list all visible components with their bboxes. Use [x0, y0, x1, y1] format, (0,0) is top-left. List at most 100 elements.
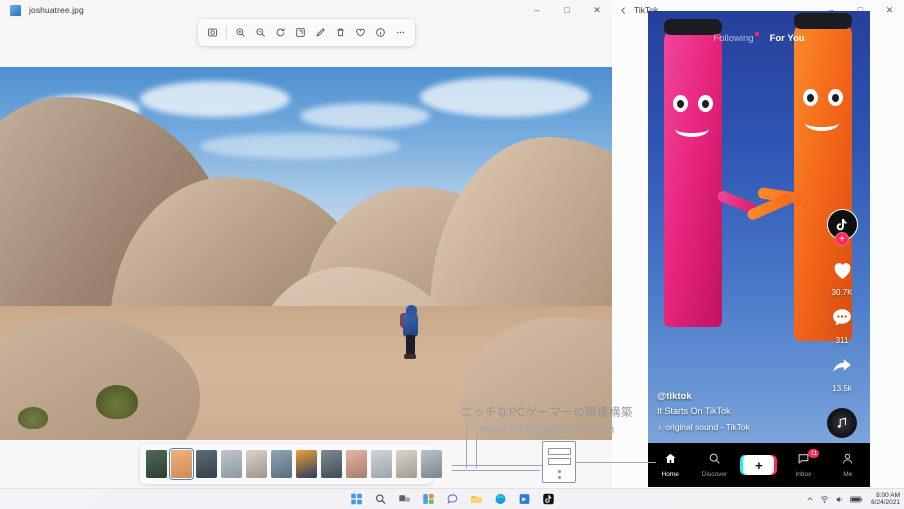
tk-nav-inbox-label: Inbox — [795, 471, 812, 478]
photos-minimize-button[interactable]: – — [522, 0, 552, 20]
tab-following[interactable]: Following — [713, 32, 759, 47]
tk-nav-inbox[interactable]: 11 Inbox — [783, 449, 823, 478]
tab-for-you-label: For You — [769, 33, 805, 44]
pink-tube-man — [664, 19, 722, 327]
photo-file-icon — [10, 4, 21, 16]
toolbar-separator-1 — [226, 26, 227, 39]
file-explorer-button[interactable] — [469, 492, 484, 507]
clock-date: 6/24/2021 — [871, 499, 900, 506]
list-item[interactable] — [296, 450, 317, 478]
photos-app-window: joshuatree.jpg – □ ✕ — [0, 0, 612, 488]
clock-time: 8:00 AM — [876, 491, 900, 499]
image-toolbar — [198, 19, 415, 46]
like-action[interactable]: 30.7K — [830, 257, 855, 297]
tiktok-top-nav: Following For You — [648, 32, 870, 47]
photos-window-controls: – □ ✕ — [522, 0, 612, 20]
list-item[interactable] — [421, 450, 442, 478]
list-item[interactable] — [271, 450, 292, 478]
photos-close-button[interactable]: ✕ — [582, 0, 612, 20]
taskbar-clock[interactable]: 8:00 AM 6/24/2021 — [871, 492, 900, 507]
heart-icon — [830, 257, 855, 286]
share-count: 13.5k — [832, 384, 852, 393]
back-arrow-icon[interactable] — [612, 0, 634, 20]
hiker-figure — [400, 305, 422, 361]
comment-count: 311 — [835, 336, 849, 345]
tiktok-video-feed[interactable]: Following For You + 30.7K 311 13.5k @tik… — [648, 11, 870, 487]
pc-tower-icon — [542, 441, 576, 483]
zoom-out-icon[interactable] — [251, 23, 270, 42]
info-icon[interactable] — [371, 23, 390, 42]
plus-icon: + — [740, 455, 778, 475]
comment-action[interactable]: 311 — [830, 306, 854, 345]
network-icon[interactable] — [820, 495, 829, 504]
tiktok-taskbar-button[interactable] — [541, 492, 556, 507]
zoom-in-icon[interactable] — [231, 23, 250, 42]
photos-titlebar: joshuatree.jpg – □ ✕ — [0, 0, 612, 20]
list-item[interactable] — [246, 450, 267, 478]
video-description: It Starts On TikTok — [657, 405, 731, 416]
system-tray: 8:00 AM 6/24/2021 — [806, 492, 900, 507]
tiktok-close-button[interactable]: ✕ — [875, 0, 904, 20]
avatar[interactable]: + — [826, 209, 858, 246]
taskbar-center-group — [349, 492, 556, 507]
music-disc-icon[interactable] — [827, 408, 857, 438]
inbox-badge: 11 — [808, 449, 820, 458]
list-item[interactable] — [221, 450, 242, 478]
comment-icon — [830, 306, 854, 334]
video-username[interactable]: @tiktok — [657, 391, 805, 402]
list-item[interactable] — [346, 450, 367, 478]
battery-icon[interactable] — [850, 495, 863, 504]
more-options-icon[interactable] — [391, 23, 410, 42]
screen: joshuatree.jpg – □ ✕ ニッチなPCゲーマーの環境構築 www… — [0, 0, 904, 509]
photo-filmstrip[interactable] — [140, 444, 442, 484]
list-item[interactable] — [321, 450, 342, 478]
photo-viewport[interactable] — [0, 67, 612, 440]
favorite-heart-icon[interactable] — [351, 23, 370, 42]
rotate-icon[interactable] — [271, 23, 290, 42]
tk-nav-home-label: Home — [661, 471, 679, 478]
search-button[interactable] — [373, 492, 388, 507]
windows-taskbar: 8:00 AM 6/24/2021 — [0, 488, 904, 509]
tk-nav-me-label: Me — [843, 471, 853, 478]
list-item[interactable] — [168, 447, 195, 481]
edit-pen-icon[interactable] — [311, 23, 330, 42]
sound-title: original sound - TikTok — [665, 422, 750, 432]
photos-maximize-button[interactable]: □ — [552, 0, 582, 20]
list-item[interactable] — [371, 450, 392, 478]
video-sound[interactable]: ♪ original sound - TikTok — [657, 422, 805, 432]
home-icon — [664, 452, 677, 469]
share-action[interactable]: 13.5k — [830, 354, 854, 393]
video-content: Following For You + 30.7K 311 13.5k @tik… — [648, 11, 870, 487]
photos-window-title: joshuatree.jpg — [29, 5, 84, 15]
search-icon — [708, 452, 721, 469]
delete-icon[interactable] — [331, 23, 350, 42]
list-item[interactable] — [196, 450, 217, 478]
tab-for-you[interactable]: For You — [770, 33, 805, 47]
store-button[interactable] — [517, 492, 532, 507]
tray-chevron-icon[interactable] — [806, 495, 814, 503]
list-item[interactable] — [396, 450, 417, 478]
tk-nav-me[interactable]: Me — [828, 452, 868, 478]
like-count: 30.7K — [831, 288, 853, 297]
tk-nav-home[interactable]: Home — [650, 452, 690, 478]
crop-icon[interactable] — [291, 23, 310, 42]
tiktok-action-rail: + 30.7K 311 13.5k — [821, 209, 863, 438]
person-icon — [841, 452, 854, 469]
widgets-button[interactable] — [421, 492, 436, 507]
edge-button[interactable] — [493, 492, 508, 507]
tk-nav-create[interactable]: + — [739, 455, 779, 475]
follow-plus-button[interactable]: + — [835, 232, 849, 246]
tab-following-label: Following — [713, 33, 754, 44]
following-notification-dot — [754, 32, 759, 36]
start-button[interactable] — [349, 492, 364, 507]
tiktok-bottom-nav: Home Discover + 11 Inbox Me — [648, 443, 870, 487]
share-arrow-icon — [830, 354, 854, 382]
task-view-button[interactable] — [397, 492, 412, 507]
tk-nav-discover-label: Discover — [701, 471, 728, 478]
volume-icon[interactable] — [835, 495, 844, 504]
list-item[interactable] — [146, 450, 167, 478]
fit-to-window-icon[interactable] — [203, 23, 222, 42]
tiktok-caption: @tiktok It Starts On TikTok ♪ original s… — [657, 391, 805, 432]
tk-nav-discover[interactable]: Discover — [695, 452, 735, 478]
chat-button[interactable] — [445, 492, 460, 507]
